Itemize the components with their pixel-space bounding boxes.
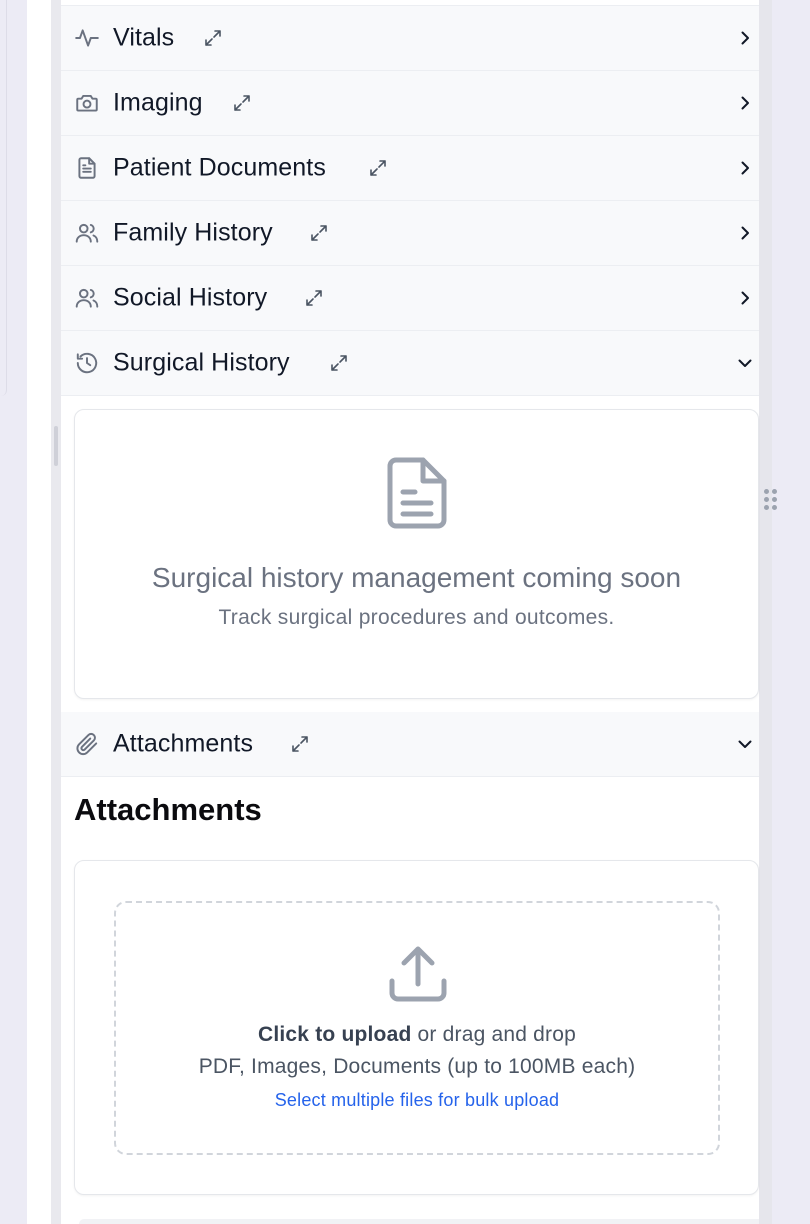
right-panel-edge — [759, 0, 772, 1224]
upload-icon — [388, 945, 448, 1003]
users-icon — [74, 220, 100, 246]
drag-drop-text: or drag and drop — [411, 1023, 577, 1046]
drag-handle-icon[interactable] — [764, 489, 778, 513]
expand-icon[interactable] — [203, 28, 223, 48]
page: Vitals Imaging Patient Documents Family … — [0, 0, 810, 1224]
empty-state-title: Surgical history management coming soon — [151, 562, 682, 593]
expand-icon[interactable] — [290, 734, 310, 754]
bulk-upload-link[interactable]: Select multiple files for bulk upload — [116, 1090, 718, 1111]
expand-icon[interactable] — [304, 288, 324, 308]
chevron-right-icon — [735, 223, 755, 243]
users-icon — [74, 285, 100, 311]
upload-instruction: Click to upload or drag and drop — [116, 1023, 718, 1047]
section-header-imaging[interactable]: Imaging — [61, 71, 759, 136]
section-header-patient-documents[interactable]: Patient Documents — [61, 136, 759, 201]
activity-icon — [74, 25, 100, 51]
next-card-edge — [79, 1219, 759, 1224]
file-dropzone[interactable]: Click to upload or drag and drop PDF, Im… — [114, 901, 720, 1155]
click-to-upload-text: Click to upload — [257, 1023, 412, 1046]
section-header-attachments[interactable]: Attachments — [61, 712, 759, 777]
section-label: Vitals — [113, 23, 175, 52]
section-label: Social History — [113, 283, 268, 312]
left-background — [0, 396, 27, 1224]
file-types-hint: PDF, Images, Documents (up to 100MB each… — [198, 1055, 636, 1078]
chevron-right-icon — [735, 93, 755, 113]
section-label: Surgical History — [113, 348, 290, 377]
section-label: Family History — [113, 218, 273, 247]
expand-icon[interactable] — [368, 158, 388, 178]
section-label: Patient Documents — [113, 153, 326, 182]
document-icon — [74, 155, 100, 181]
section-header-family-history[interactable]: Family History — [61, 201, 759, 266]
paperclip-icon — [74, 731, 100, 757]
empty-state-subtitle: Track surgical procedures and outcomes. — [218, 606, 615, 629]
panel-divider — [51, 0, 61, 1224]
chevron-down-icon — [735, 734, 755, 754]
attachments-heading: Attachments — [74, 792, 262, 827]
surgical-history-empty-card: Surgical history management coming soon … — [74, 409, 759, 699]
chevron-right-icon — [735, 288, 755, 308]
history-icon — [74, 350, 100, 376]
chevron-right-icon — [735, 28, 755, 48]
expand-icon[interactable] — [329, 353, 349, 373]
section-header-surgical-history[interactable]: Surgical History — [61, 331, 759, 396]
section-label: Imaging — [113, 88, 203, 117]
left-panel-edge — [0, 0, 7, 396]
attachments-upload-card: Click to upload or drag and drop PDF, Im… — [74, 860, 759, 1195]
chevron-down-icon — [735, 353, 755, 373]
left-content-edge — [27, 0, 51, 1224]
camera-icon — [74, 90, 100, 116]
left-resize-handle[interactable] — [54, 426, 58, 466]
chevron-right-icon — [735, 158, 755, 178]
expand-icon[interactable] — [309, 223, 329, 243]
patient-chart-column: Vitals Imaging Patient Documents Family … — [61, 0, 759, 1224]
section-label: Attachments — [113, 729, 254, 758]
document-icon — [385, 456, 449, 530]
expand-icon[interactable] — [232, 93, 252, 113]
section-header-social-history[interactable]: Social History — [61, 266, 759, 331]
section-header-vitals[interactable]: Vitals — [61, 6, 759, 71]
